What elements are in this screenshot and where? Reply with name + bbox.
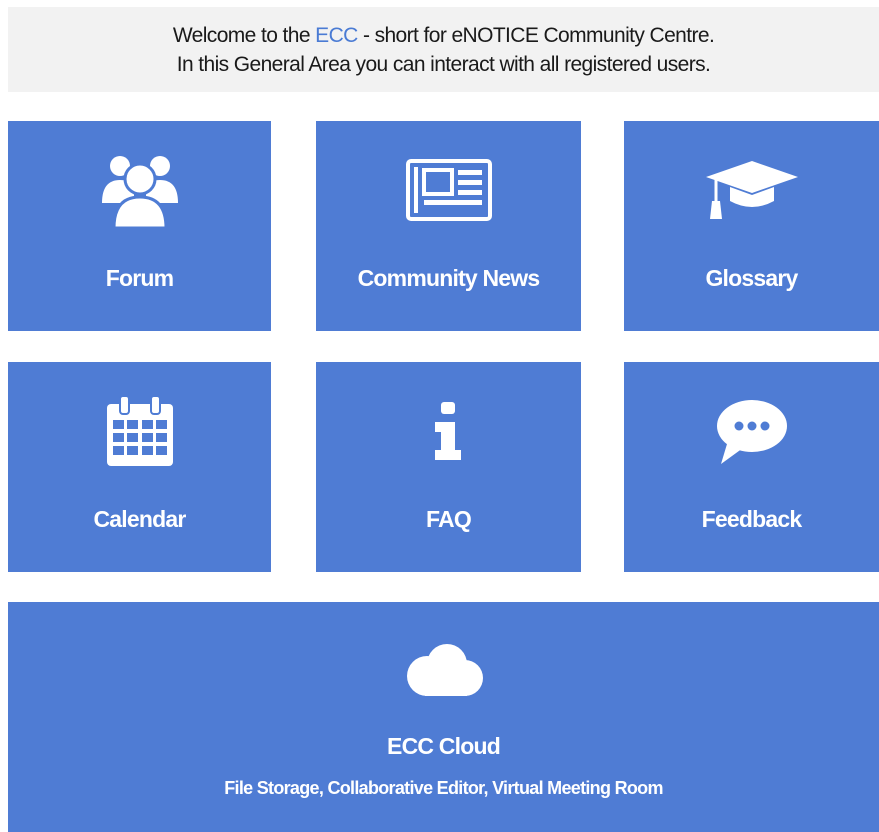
users-icon [8,153,271,228]
cloud-icon [8,642,879,702]
welcome-banner: Welcome to the ECC - short for eNOTICE C… [8,7,879,92]
glossary-tile[interactable]: Glossary [624,121,879,331]
faq-label: FAQ [426,506,472,532]
ecc-cloud-subtitle: File Storage, Collaborative Editor, Virt… [224,778,663,798]
welcome-suffix: - short for eNOTICE Community Centre. [357,24,715,47]
graduation-cap-icon [624,153,879,228]
newspaper-icon [316,153,581,228]
glossary-label: Glossary [705,265,798,291]
calendar-label: Calendar [93,506,186,532]
speech-bubble-icon [624,394,879,469]
community-news-tile[interactable]: Community News [316,121,581,331]
calendar-icon [8,394,271,469]
welcome-prefix: Welcome to the [172,24,316,47]
ecc-cloud-tile[interactable]: ECC Cloud File Storage, Collaborative Ed… [8,602,879,832]
welcome-line-2: In this General Area you can interact wi… [176,53,711,76]
community-news-label: Community News [357,265,541,291]
forum-tile[interactable]: Forum [8,121,271,331]
faq-tile[interactable]: FAQ [316,362,581,572]
calendar-tile[interactable]: Calendar [8,362,271,572]
feedback-label: Feedback [701,506,803,532]
feedback-tile[interactable]: Feedback [624,362,879,572]
ecc-link[interactable]: ECC [315,24,358,47]
forum-label: Forum [105,265,174,291]
ecc-cloud-label: ECC Cloud [387,733,501,759]
welcome-line-1: Welcome to the ECC - short for eNOTICE C… [8,21,879,50]
info-icon [316,394,581,469]
